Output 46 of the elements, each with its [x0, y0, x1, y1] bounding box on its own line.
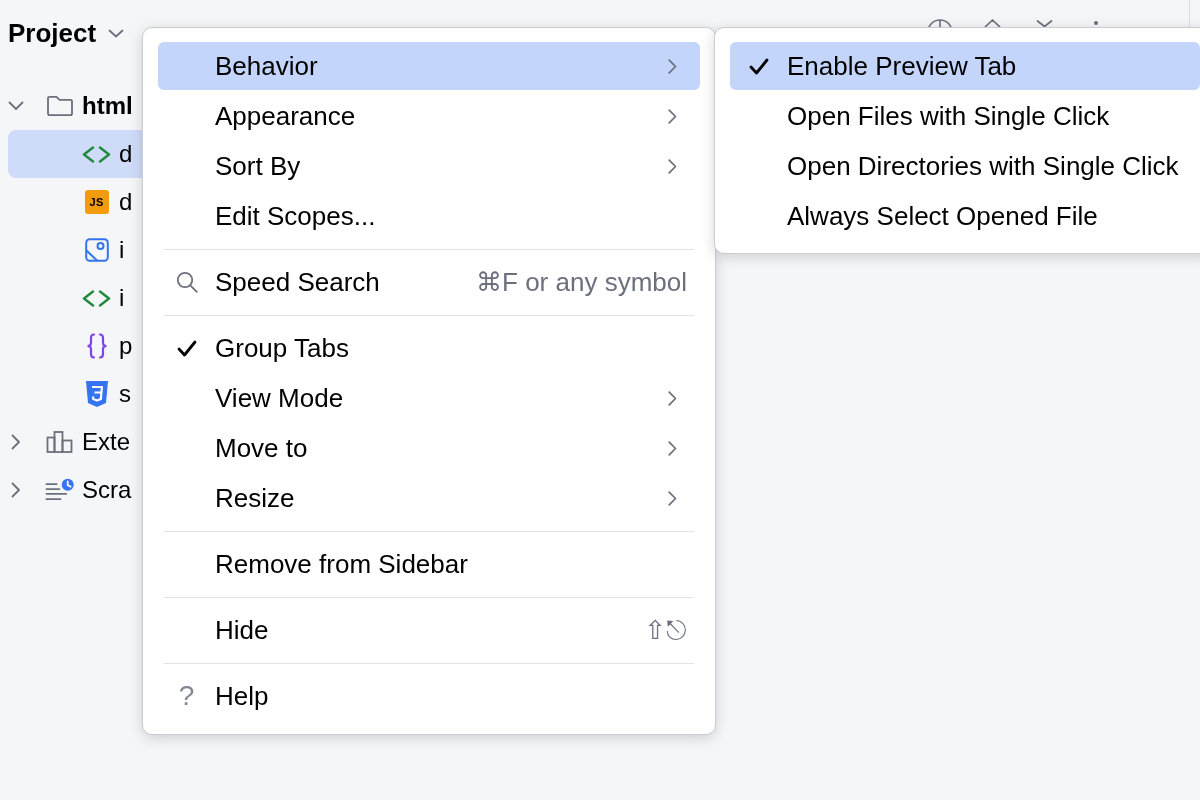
search-icon: [175, 271, 198, 293]
menu-item[interactable]: ? Help: [158, 672, 700, 720]
chevron-right-icon[interactable]: [11, 434, 21, 450]
tree-item[interactable]: p: [8, 322, 142, 370]
menu-item[interactable]: Resize: [158, 474, 700, 522]
shortcut-label: ⌘F or any symbol: [476, 266, 687, 298]
menu-item[interactable]: View Mode: [158, 374, 700, 422]
menu-item[interactable]: Remove from Sidebar: [158, 540, 700, 588]
tree-item[interactable]: JS d: [8, 178, 142, 226]
menu-item[interactable]: Speed Search ⌘F or any symbol: [158, 258, 700, 306]
shield-icon: [84, 380, 109, 408]
panel-title[interactable]: Project: [8, 17, 97, 49]
tree-item[interactable]: html: [8, 82, 142, 130]
file-type-tag: JS: [84, 190, 109, 214]
menu-item[interactable]: Always Select Opened File: [730, 192, 1200, 240]
image-icon: [84, 238, 109, 262]
menu-item[interactable]: Sort By: [158, 142, 700, 190]
angle-brackets-icon: [82, 145, 111, 163]
shortcut-label: ⇧⎋: [644, 614, 687, 646]
tree-item[interactable]: s: [8, 370, 142, 418]
tree-item[interactable]: Scra: [8, 466, 142, 514]
tree-item[interactable]: Exte: [8, 418, 142, 466]
menu-item[interactable]: Open Files with Single Click: [730, 92, 1200, 140]
menu-item[interactable]: Enable Preview Tab: [730, 42, 1200, 90]
menu-item[interactable]: Appearance: [158, 92, 700, 140]
tree-item[interactable]: i: [8, 226, 142, 274]
chevron-down-icon[interactable]: [8, 101, 24, 111]
menu-item[interactable]: Hide ⇧⎋: [158, 606, 700, 654]
lines-clock-icon: [45, 478, 74, 502]
tree-item[interactable]: i: [8, 274, 142, 322]
chevron-down-icon[interactable]: [1036, 20, 1053, 27]
chevron-up-icon[interactable]: [984, 19, 1001, 27]
folder-icon: [45, 95, 74, 117]
menu-item[interactable]: Group Tabs: [158, 324, 700, 372]
target-icon[interactable]: [927, 19, 953, 27]
menu-item[interactable]: Move to: [158, 424, 700, 472]
books-icon: [46, 431, 73, 453]
angle-brackets-icon: [82, 289, 111, 307]
chevron-right-icon[interactable]: [11, 482, 21, 498]
tree-item[interactable]: d: [8, 130, 142, 178]
menu-item[interactable]: Behavior: [158, 42, 700, 90]
dot-icon[interactable]: [1094, 21, 1098, 25]
menu-item[interactable]: Edit Scopes...: [158, 192, 700, 240]
menu-item[interactable]: Open Directories with Single Click: [730, 142, 1200, 190]
question-mark-icon: ?: [178, 680, 195, 712]
chevron-down-icon: [108, 28, 125, 38]
